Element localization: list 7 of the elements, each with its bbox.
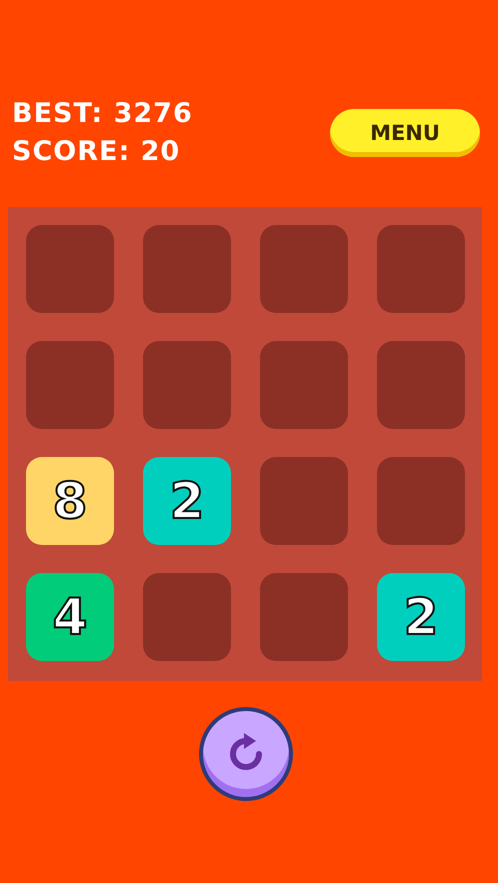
number-tile: 4 (26, 573, 114, 661)
current-score: SCORE: 20 (12, 134, 182, 168)
number-tile: 8 (26, 457, 114, 545)
number-tile: 2 (377, 573, 465, 661)
menu-button[interactable]: MENU (330, 108, 480, 156)
number-tile: 2 (143, 457, 231, 545)
best-score: BEST: 3276 (12, 96, 193, 130)
